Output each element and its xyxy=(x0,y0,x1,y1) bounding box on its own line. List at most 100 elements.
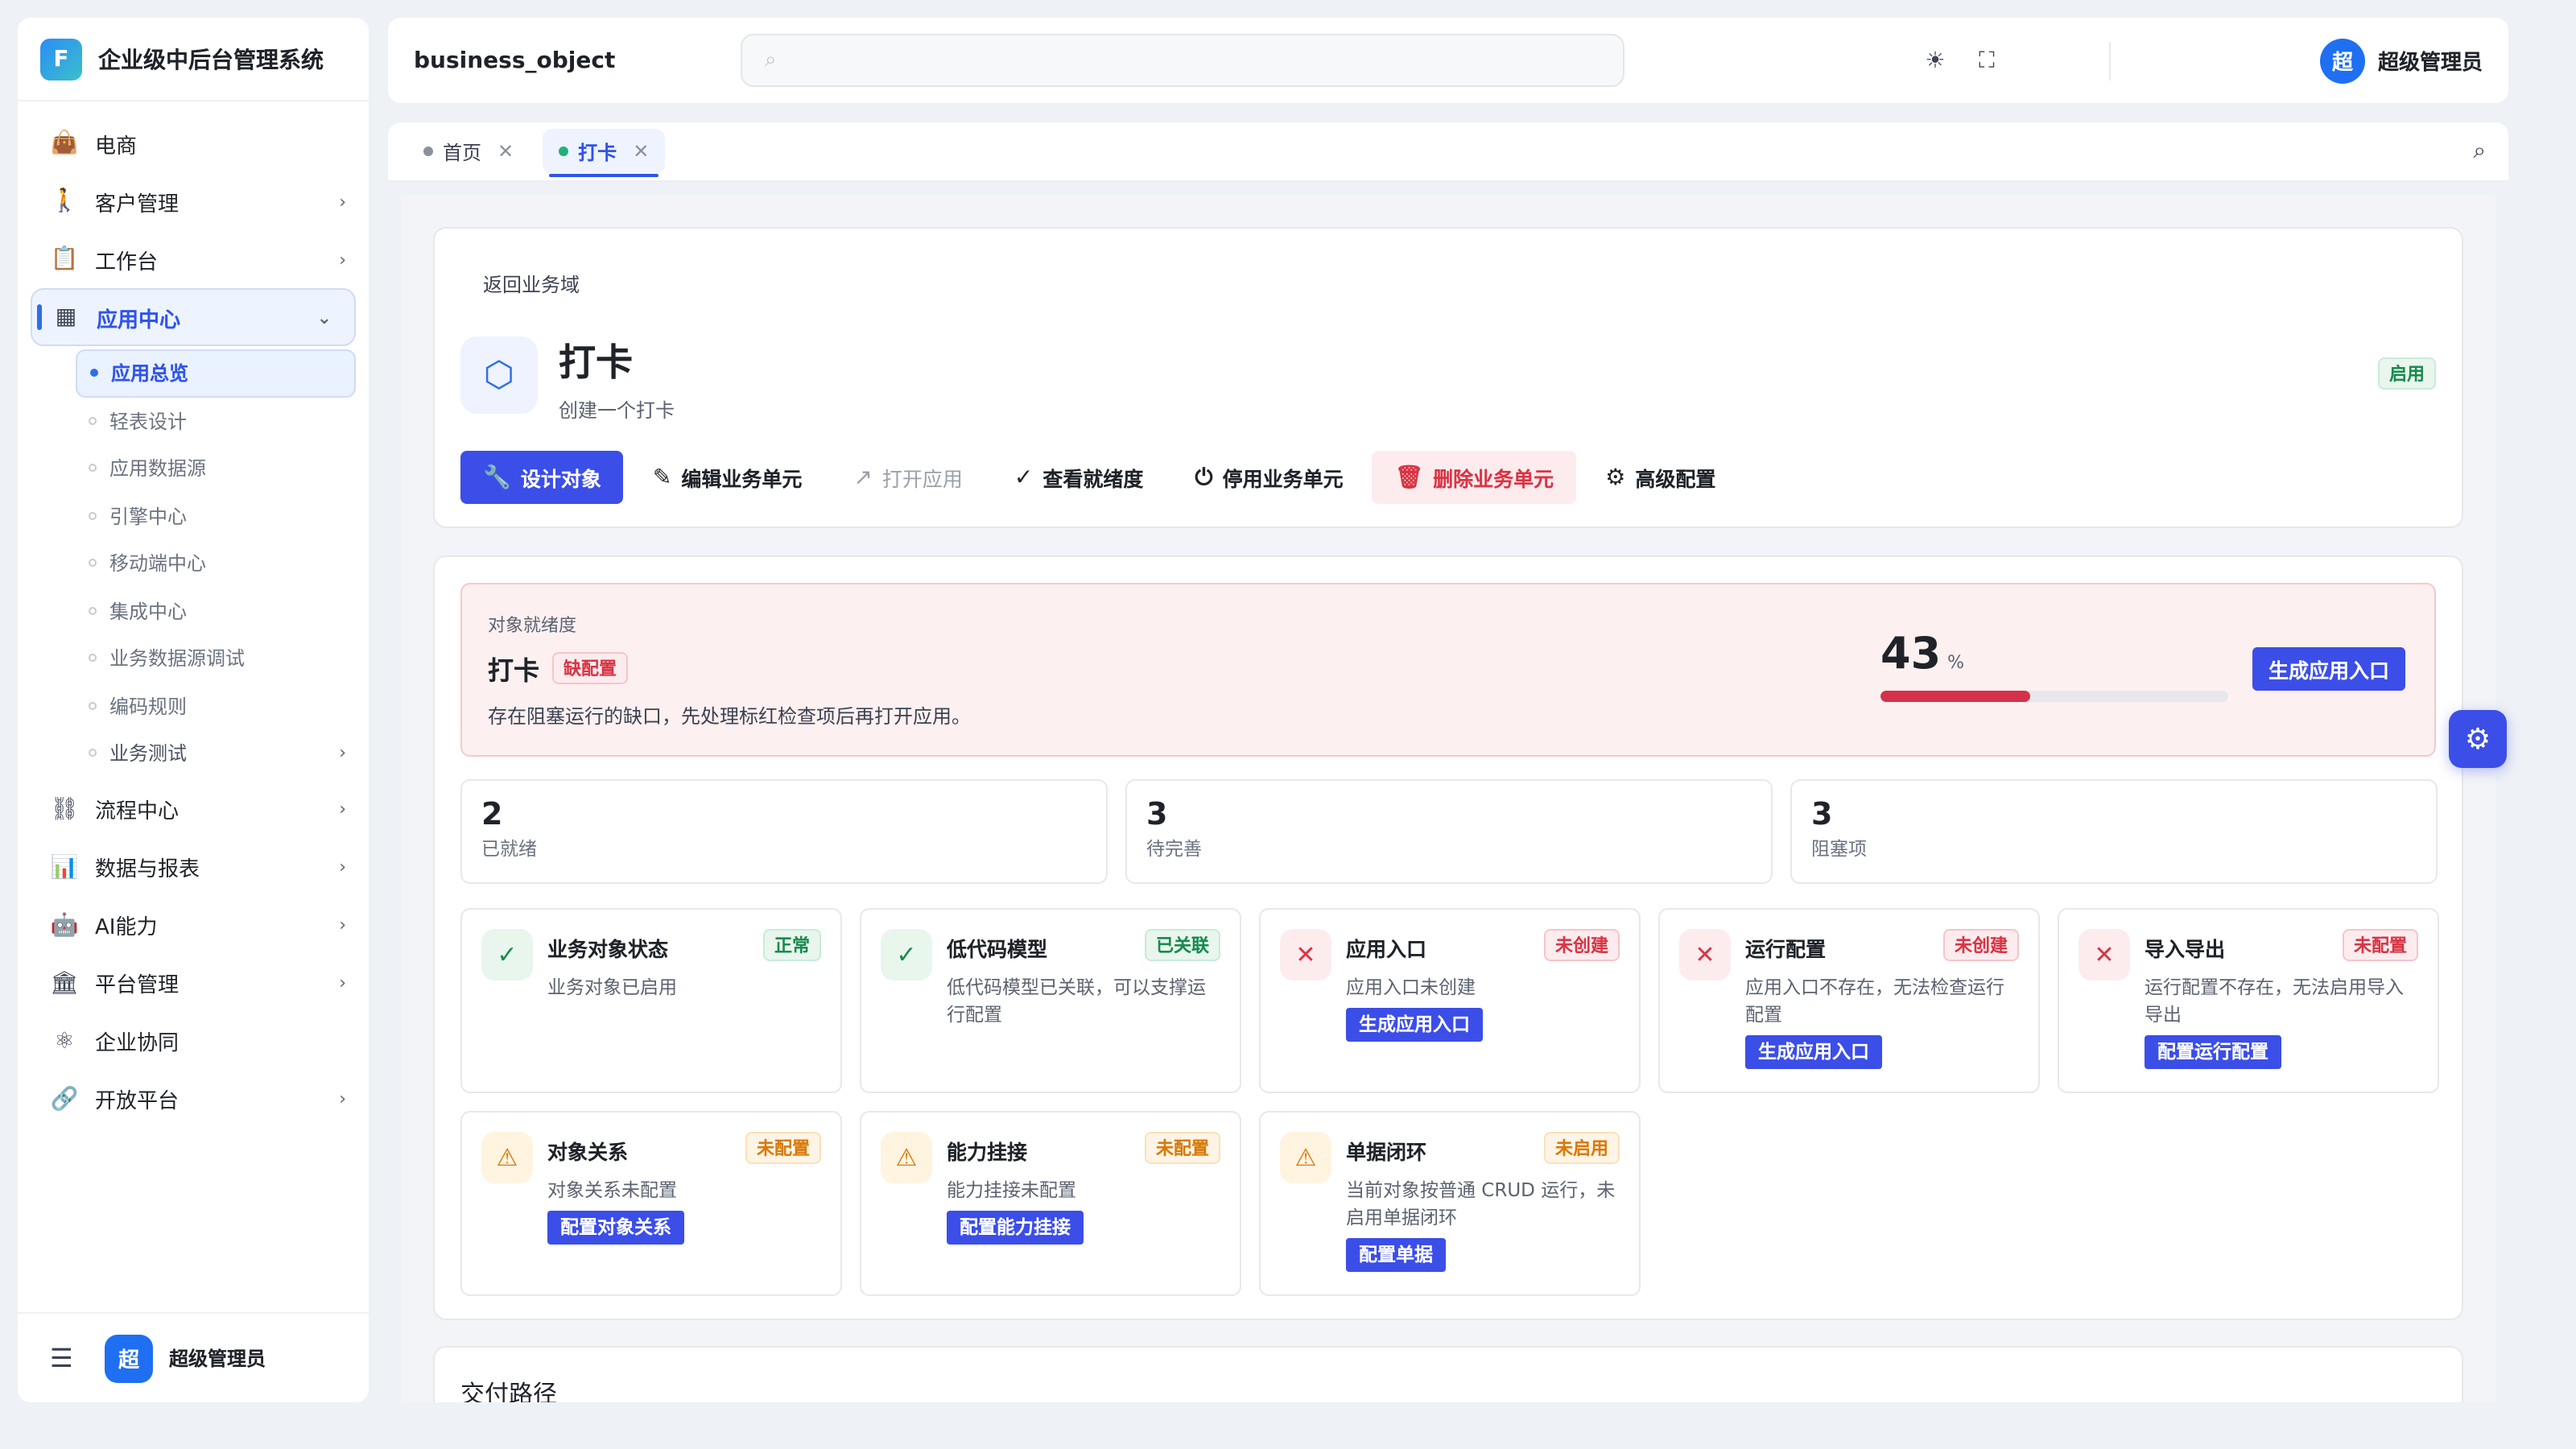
action-button-edit[interactable]: ✎ 编辑业务单元 xyxy=(630,451,825,504)
action-button-external-link[interactable]: ↗ 打开应用 xyxy=(831,451,985,504)
tab-status-dot xyxy=(559,147,569,156)
sidebar-item-flow[interactable]: ⛓ 流程中心 › xyxy=(18,780,369,838)
sidebar-item-label: 工作台 xyxy=(95,250,159,275)
submenu-item-label: 引擎中心 xyxy=(109,505,188,528)
check-description: 业务对象已启用 xyxy=(547,974,821,1001)
action-label: 打开应用 xyxy=(881,467,963,491)
sidebar-item-label: AI能力 xyxy=(95,916,158,940)
check-title: 单据闭环 xyxy=(1346,1140,1427,1164)
sidebar-item-person[interactable]: 🚶 客户管理 › xyxy=(18,172,369,230)
action-button-check-circle[interactable]: ✓ 查看就绪度 xyxy=(992,451,1166,504)
check-status-badge: 未创建 xyxy=(1544,929,1620,961)
submenu-item-label: 集成中心 xyxy=(109,600,188,623)
brand-logo: F xyxy=(40,38,82,80)
header-user-menu[interactable]: 超 超级管理员 xyxy=(2319,38,2483,83)
tabs-search-icon[interactable]: ⌕ xyxy=(2473,138,2486,164)
sidebar-item-platform[interactable]: 🏛 平台管理 › xyxy=(18,954,369,1012)
header-divider xyxy=(2108,41,2111,80)
check-description: 低代码模型已关联，可以支撑运行配置 xyxy=(947,974,1220,1029)
submenu-item-label: 业务测试 xyxy=(109,742,188,766)
submenu-item[interactable]: 应用数据源 xyxy=(76,444,356,492)
chevron-right-icon: › xyxy=(339,799,346,819)
theme-toggle-sun-icon[interactable]: ☀ xyxy=(1909,47,1961,73)
action-button-wrench[interactable]: 🔧 设计对象 xyxy=(460,451,624,504)
action-button-gear[interactable]: ⚙ 高级配置 xyxy=(1583,451,1738,504)
check-action-button[interactable]: 配置运行配置 xyxy=(2145,1035,2281,1069)
submenu-item[interactable]: 移动端中心 xyxy=(76,539,356,587)
submenu-item[interactable]: 轻表设计 xyxy=(76,397,356,444)
submenu-item-label: 业务数据源调试 xyxy=(109,647,246,671)
fullscreen-icon[interactable]: ⛶ xyxy=(1961,47,2013,73)
generate-app-entry-button[interactable]: 生成应用入口 xyxy=(2252,647,2406,691)
collapse-menu-icon[interactable]: ☰ xyxy=(50,1343,82,1373)
submenu-item[interactable]: 集成中心 xyxy=(76,587,356,634)
action-button-trash[interactable]: 🗑 删除业务单元 xyxy=(1372,451,1577,504)
check-action-button[interactable]: 配置对象关系 xyxy=(547,1211,684,1245)
sidebar-item-label: 流程中心 xyxy=(95,800,180,824)
footer-username: 超级管理员 xyxy=(169,1348,266,1370)
submenu-dot xyxy=(89,511,97,520)
readiness-stats: 2 已就绪 3 待完善 3 阻塞项 xyxy=(460,779,2438,884)
readiness-progress-fill xyxy=(1880,691,2030,702)
sidebar-item-label: 平台管理 xyxy=(95,974,180,998)
sidebar-item-app-center[interactable]: ▦ 应用中心 ⌄ xyxy=(31,288,356,346)
action-label: 停用业务单元 xyxy=(1222,467,1344,491)
stat-value: 2 xyxy=(481,797,503,832)
check-circle-icon: ✓ xyxy=(881,929,932,980)
check-action-button[interactable]: 配置单据 xyxy=(1346,1238,1446,1272)
power-icon: ⏻ xyxy=(1195,464,1213,490)
clipboard-icon: 📋 xyxy=(50,246,79,272)
global-search-input[interactable]: ⌕ xyxy=(741,34,1624,87)
object-actions-toolbar: 🔧 设计对象 ✎ 编辑业务单元 ↗ 打开应用 ✓ 查看就绪度 ⏻ 停用业务单元 🗑 删除业务单元 ⚙ 高级… xyxy=(460,451,1744,504)
sidebar-item-bag[interactable]: 👜 电商 xyxy=(18,114,369,172)
submenu-item[interactable]: 引擎中心 xyxy=(76,492,356,539)
submenu-item[interactable]: 应用总览 xyxy=(76,349,356,397)
submenu-dot xyxy=(89,559,97,568)
report-icon: 📊 xyxy=(50,854,79,880)
close-icon[interactable]: ✕ xyxy=(633,140,649,163)
sidebar-item-report[interactable]: 📊 数据与报表 › xyxy=(18,838,369,896)
sidebar-item-clipboard[interactable]: 📋 工作台 › xyxy=(18,230,369,288)
sidebar-item-collab[interactable]: ⚛ 企业协同 xyxy=(18,1012,369,1070)
brand[interactable]: F 企业级中后台管理系统 xyxy=(18,18,369,101)
sidebar-item-ai[interactable]: 🤖 AI能力 › xyxy=(18,896,369,954)
chevron-right-icon: › xyxy=(339,857,346,877)
readiness-check-grid: ✓ 业务对象状态 正常 业务对象已启用 ✓ 低代码模型 已关联 低代码模型已关联，可以支撑运行… xyxy=(460,908,2441,1296)
search-icon: ⌕ xyxy=(765,48,777,72)
submenu-item[interactable]: 业务数据源调试 xyxy=(76,634,356,682)
readiness-progress-bar xyxy=(1880,691,2228,702)
submenu-item[interactable]: 编码规则 xyxy=(76,682,356,729)
sidebar-item-open-platform[interactable]: 🔗 开放平台 › xyxy=(18,1070,369,1128)
submenu-item[interactable]: 业务测试 › xyxy=(76,729,356,777)
sidebar-item-label: 开放平台 xyxy=(95,1090,180,1114)
check-description-text: 能力挂接未配置 xyxy=(947,1179,1076,1201)
check-status-badge: 未启用 xyxy=(1544,1132,1620,1164)
tab-status-dot xyxy=(423,147,433,156)
error-circle-icon: ✕ xyxy=(1679,929,1731,980)
app-center-icon: ▦ xyxy=(55,304,77,330)
readiness-percent: 43% xyxy=(1880,630,1964,679)
tab-current[interactable]: 打卡 ✕ xyxy=(543,129,666,177)
app-name: business_object xyxy=(414,47,616,73)
submenu-dot xyxy=(89,606,97,615)
submenu-item-label: 移动端中心 xyxy=(109,552,207,576)
check-action-button[interactable]: 生成应用入口 xyxy=(1346,1008,1483,1042)
sidebar-menu: 👜 电商 🚶 客户管理 › 📋 工作台 › ▦ 应用中心 ⌄ 应用总览 轻表设计 应用数据源引擎中心移动端… xyxy=(18,101,369,1128)
tab-home[interactable]: 首页 ✕ xyxy=(407,129,530,174)
check-description-text: 应用入口未创建 xyxy=(1346,976,1476,998)
check-action-button[interactable]: 配置能力挂接 xyxy=(947,1211,1084,1245)
check-title: 运行配置 xyxy=(1745,937,1827,961)
check-description-text: 运行配置不存在，无法启用导入导出 xyxy=(2145,976,2404,1026)
check-title: 对象关系 xyxy=(547,1140,629,1164)
check-description: 应用入口不存在，无法检查运行配置 生成应用入口 xyxy=(1745,974,2019,1069)
back-to-domain-link[interactable]: 返回业务域 xyxy=(483,270,580,298)
chevron-right-icon: › xyxy=(339,742,346,764)
avatar[interactable]: 超 xyxy=(105,1334,153,1382)
action-button-power[interactable]: ⏻ 停用业务单元 xyxy=(1172,451,1365,504)
floating-settings-gear-icon[interactable]: ⚙ xyxy=(2449,710,2507,768)
submenu-dot xyxy=(89,464,97,473)
check-action-button[interactable]: 生成应用入口 xyxy=(1745,1035,1882,1069)
check-description: 对象关系未配置 配置对象关系 xyxy=(547,1177,821,1245)
close-icon[interactable]: ✕ xyxy=(497,140,514,163)
sidebar-footer: ☰ 超 超级管理员 xyxy=(18,1312,369,1402)
